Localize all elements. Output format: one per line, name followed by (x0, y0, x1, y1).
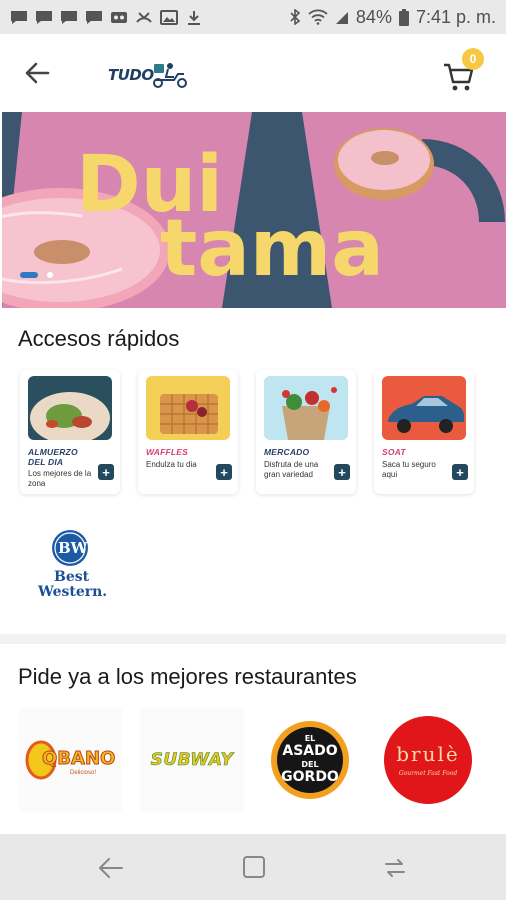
missed-call-icon (136, 11, 152, 23)
system-navigation-bar (0, 834, 506, 900)
restaurant-asado-del-gordo[interactable]: EL ASADO DEL GORDO (258, 708, 362, 812)
card-description: Saca tu seguro aqui (382, 460, 436, 479)
card-title: WAFFLES (146, 447, 189, 457)
signal-icon (335, 12, 348, 24)
card-mercado[interactable]: MERCADO Disfruta de una gran variedad + (256, 370, 356, 494)
message-icon (61, 10, 77, 24)
app-bar: TUDO 0 (0, 34, 506, 112)
message-icon (36, 10, 52, 24)
qbano-name: QBANO (41, 748, 116, 770)
asado-text: EL ASADO DEL GORDO (258, 732, 362, 784)
bw-badge-text: BW (58, 539, 88, 557)
waffle-image (146, 376, 230, 440)
card-title: SOAT (382, 447, 406, 457)
add-button[interactable]: + (216, 464, 232, 480)
system-status: 84% 7:41 p. m. (289, 7, 496, 28)
cart-count-badge: 0 (462, 48, 484, 70)
restaurant-brule[interactable]: brulè Gourmet Fast Food (376, 708, 480, 812)
back-arrow-icon[interactable] (22, 58, 52, 88)
download-icon (188, 10, 200, 25)
asado-line: GORDO (281, 769, 339, 785)
battery-icon (398, 8, 409, 26)
banner-text-line2: tama (160, 204, 384, 294)
message-icon (11, 10, 27, 24)
quick-access-cards: ALMUERZO DEL DIA Los mejores de la zona … (20, 370, 500, 494)
promo-banner[interactable]: Dui tama (2, 112, 506, 308)
subway-logo-text: SUBWAY (150, 750, 234, 771)
nav-recents-icon[interactable] (382, 856, 408, 880)
car-image (382, 376, 466, 440)
card-image (28, 376, 112, 440)
brule-name: brulè (396, 742, 460, 766)
nav-home-icon[interactable] (242, 855, 266, 879)
brule-tagline: Gourmet Fast Food (398, 770, 458, 777)
section-divider (0, 634, 506, 644)
nav-back-icon[interactable] (98, 856, 124, 880)
card-soat[interactable]: SOAT Saca tu seguro aqui + (374, 370, 474, 494)
add-button[interactable]: + (98, 464, 114, 480)
lunch-plate-image (28, 376, 112, 440)
battery-percent: 84% (355, 6, 392, 27)
card-image (264, 376, 348, 440)
restaurants-title: Pide ya a los mejores restaurantes (18, 664, 357, 689)
card-title: MERCADO (264, 447, 310, 457)
restaurant-subway[interactable]: SUBWAY (140, 708, 244, 812)
bw-line1: Best (54, 569, 90, 585)
quick-access-title: Accesos rápidos (18, 326, 180, 351)
card-almuerzo[interactable]: ALMUERZO DEL DIA Los mejores de la zona … (20, 370, 120, 494)
restaurant-qbano[interactable]: QBANO Delicioso! (18, 708, 122, 812)
voicemail-icon (111, 11, 127, 23)
message-icon (86, 10, 102, 24)
clock: 7:41 p. m. (415, 6, 496, 27)
wifi-icon (308, 9, 328, 25)
groceries-image (264, 376, 348, 440)
qbano-tagline: Delicioso! (70, 770, 97, 776)
bw-line2: Western. (38, 584, 108, 600)
card-image (382, 376, 466, 440)
app-logo[interactable]: TUDO (108, 58, 190, 92)
delivery-moto-icon (153, 63, 187, 88)
image-icon (160, 9, 178, 25)
bluetooth-icon (290, 9, 301, 25)
notification-icons (10, 9, 203, 25)
best-western-shortcut[interactable]: BW Best Western. (34, 528, 110, 604)
card-description: Endulza tu dia (146, 460, 197, 469)
add-button[interactable]: + (334, 464, 350, 480)
status-bar: 84% 7:41 p. m. (0, 0, 506, 34)
card-title: ALMUERZO DEL DIA (28, 447, 78, 467)
logo-text: TUDO (108, 66, 154, 84)
card-description: Disfruta de una gran variedad (264, 460, 319, 479)
card-waffles[interactable]: WAFFLES Endulza tu dia + (138, 370, 238, 494)
restaurant-list: QBANO Delicioso! SUBWAY EL ASADO DEL GOR… (18, 708, 498, 812)
card-image (146, 376, 230, 440)
add-button[interactable]: + (452, 464, 468, 480)
asado-line: ASADO (282, 743, 338, 759)
card-description: Los mejores de la zona (28, 469, 92, 488)
